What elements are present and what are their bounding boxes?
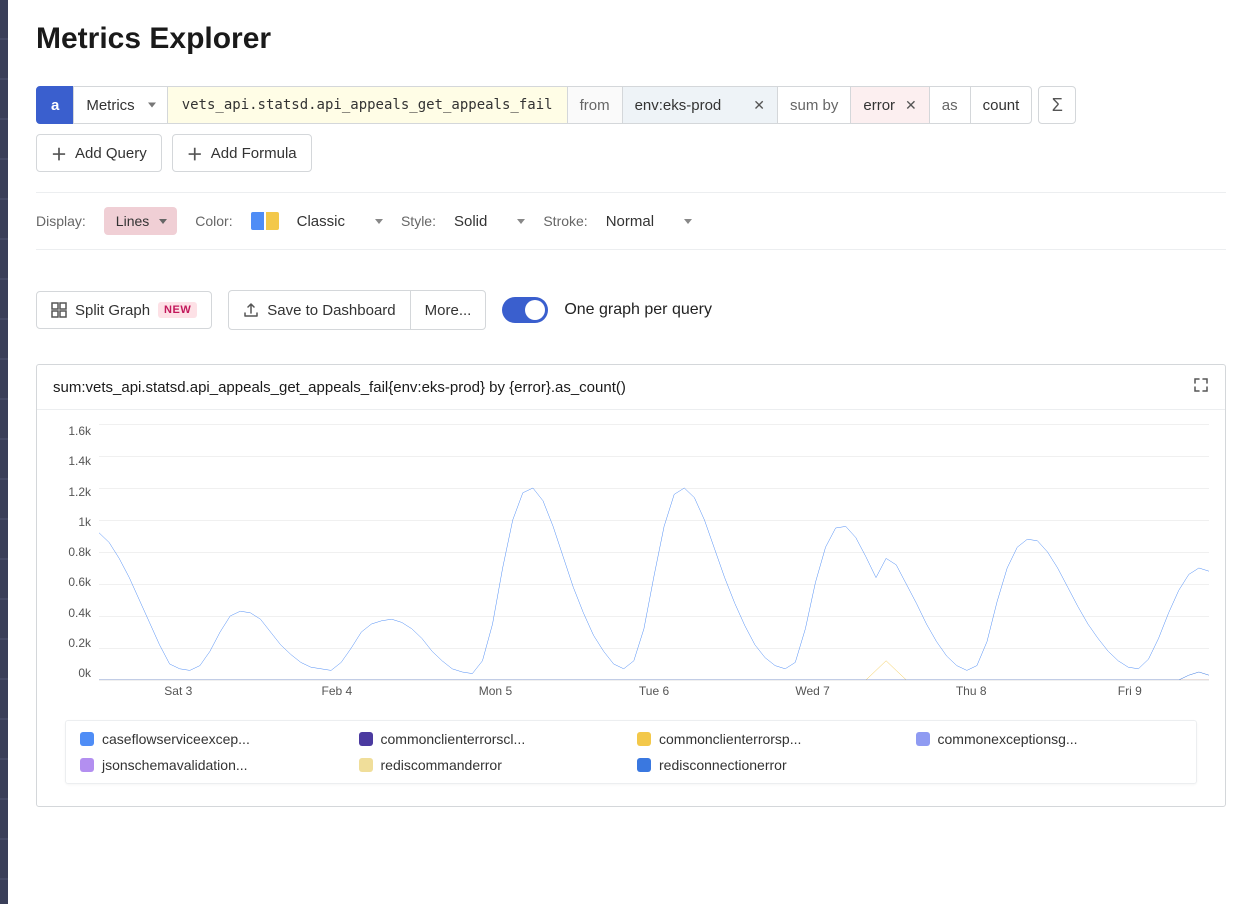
legend-swatch	[359, 732, 373, 746]
group-by-label: sum by	[777, 86, 851, 124]
x-tick: Feb 4	[258, 684, 417, 704]
legend-swatch	[80, 758, 94, 772]
legend-item[interactable]: redisconnectionerror	[637, 757, 904, 773]
color-palette-select[interactable]: Classic	[297, 213, 383, 230]
legend-label: caseflowserviceexcep...	[102, 731, 250, 747]
y-tick: 1.4k	[53, 454, 91, 468]
y-axis-ticks: 1.6k 1.4k 1.2k 1k 0.8k 0.6k 0.4k 0.2k 0k	[53, 424, 91, 680]
y-tick: 0.8k	[53, 545, 91, 559]
close-icon[interactable]: ✕	[753, 97, 765, 114]
plus-icon: ＋	[187, 141, 203, 165]
series-line	[99, 672, 1209, 680]
stroke-label: Stroke:	[543, 213, 587, 229]
more-menu-button[interactable]: More...	[410, 291, 486, 329]
chart-lines	[99, 424, 1209, 680]
x-tick: Thu 8	[892, 684, 1051, 704]
metric-name-input[interactable]: vets_api.statsd.api_appeals_get_appeals_…	[167, 86, 568, 124]
x-tick: Mon 5	[416, 684, 575, 704]
scope-tag-chip[interactable]: env:eks-prod ✕	[622, 86, 778, 124]
chart-plot[interactable]: 1.6k 1.4k 1.2k 1k 0.8k 0.6k 0.4k 0.2k 0k Sat 3Fe…	[53, 424, 1209, 704]
legend-label: rediscommanderror	[381, 757, 502, 773]
chart-card: sum:vets_api.statsd.api_appeals_get_appe…	[36, 364, 1226, 807]
close-icon[interactable]: ✕	[905, 97, 917, 114]
line-style-select[interactable]: Solid	[454, 213, 525, 230]
add-formula-button[interactable]: ＋ Add Formula	[172, 134, 312, 172]
split-graph-label: Split Graph	[75, 302, 150, 319]
legend-label: commonexceptionsg...	[938, 731, 1078, 747]
legend-item[interactable]: rediscommanderror	[359, 757, 626, 773]
legend-swatch	[359, 758, 373, 772]
x-tick: Sat 3	[99, 684, 258, 704]
y-tick: 0.6k	[53, 575, 91, 589]
plus-icon: ＋	[51, 141, 67, 165]
add-query-button[interactable]: ＋ Add Query	[36, 134, 162, 172]
one-graph-per-query-label: One graph per query	[564, 301, 712, 319]
save-to-dashboard-label: Save to Dashboard	[267, 302, 395, 319]
legend-swatch	[916, 732, 930, 746]
legend-item[interactable]: commonexceptionsg...	[916, 731, 1183, 747]
x-axis-ticks: Sat 3Feb 4Mon 5Tue 6Wed 7Thu 8Fri 9	[99, 684, 1209, 704]
y-tick: 0k	[53, 666, 91, 680]
series-line	[99, 488, 1209, 674]
from-label: from	[567, 86, 623, 124]
legend-swatch	[637, 758, 651, 772]
as-label: as	[929, 86, 971, 124]
page-title: Metrics Explorer	[36, 22, 1226, 56]
new-badge: NEW	[158, 302, 197, 318]
split-graph-button[interactable]: Split Graph NEW	[36, 291, 212, 329]
add-query-label: Add Query	[75, 145, 147, 162]
save-to-dashboard-button[interactable]: Save to Dashboard	[229, 291, 409, 329]
style-label: Style:	[401, 213, 436, 229]
legend-label: redisconnectionerror	[659, 757, 787, 773]
palette-swatch-icon	[251, 212, 279, 230]
aggregation-select[interactable]: count	[970, 86, 1033, 124]
y-tick: 1k	[53, 515, 91, 529]
x-tick: Wed 7	[733, 684, 892, 704]
legend-label: commonclienterrorsp...	[659, 731, 801, 747]
x-tick: Fri 9	[1050, 684, 1209, 704]
functions-button[interactable]: Σ	[1038, 86, 1076, 124]
query-id-label[interactable]: a	[36, 86, 74, 124]
color-label: Color:	[195, 213, 232, 229]
group-tag-text: error	[863, 97, 895, 114]
one-graph-per-query-toggle[interactable]	[502, 297, 548, 323]
y-tick: 0.2k	[53, 636, 91, 650]
display-label: Display:	[36, 213, 86, 229]
display-type-select[interactable]: Lines	[104, 207, 177, 235]
add-formula-label: Add Formula	[211, 145, 297, 162]
legend-label: jsonschemavalidation...	[102, 757, 248, 773]
legend-item[interactable]: jsonschemavalidation...	[80, 757, 347, 773]
y-tick: 1.2k	[53, 485, 91, 499]
series-line	[99, 661, 1209, 680]
x-tick: Tue 6	[575, 684, 734, 704]
legend-label: commonclienterrorscl...	[381, 731, 526, 747]
y-tick: 1.6k	[53, 424, 91, 438]
split-graph-icon	[51, 302, 67, 318]
stroke-select[interactable]: Normal	[606, 213, 692, 230]
legend-item[interactable]: commonclienterrorsp...	[637, 731, 904, 747]
legend-item[interactable]: caseflowserviceexcep...	[80, 731, 347, 747]
y-tick: 0.4k	[53, 606, 91, 620]
expand-icon[interactable]	[1193, 377, 1209, 397]
legend-item[interactable]: commonclienterrorscl...	[359, 731, 626, 747]
data-source-select[interactable]: Metrics	[73, 86, 167, 124]
group-tag-chip[interactable]: error ✕	[850, 86, 929, 124]
chart-legend: caseflowserviceexcep... commonclienterror…	[65, 720, 1197, 784]
legend-swatch	[637, 732, 651, 746]
scope-tag-text: env:eks-prod	[635, 97, 722, 114]
query-builder-row: a Metrics vets_api.statsd.api_appeals_ge…	[36, 86, 1226, 124]
export-icon	[243, 302, 259, 318]
legend-swatch	[80, 732, 94, 746]
chart-title: sum:vets_api.statsd.api_appeals_get_appe…	[53, 379, 626, 396]
